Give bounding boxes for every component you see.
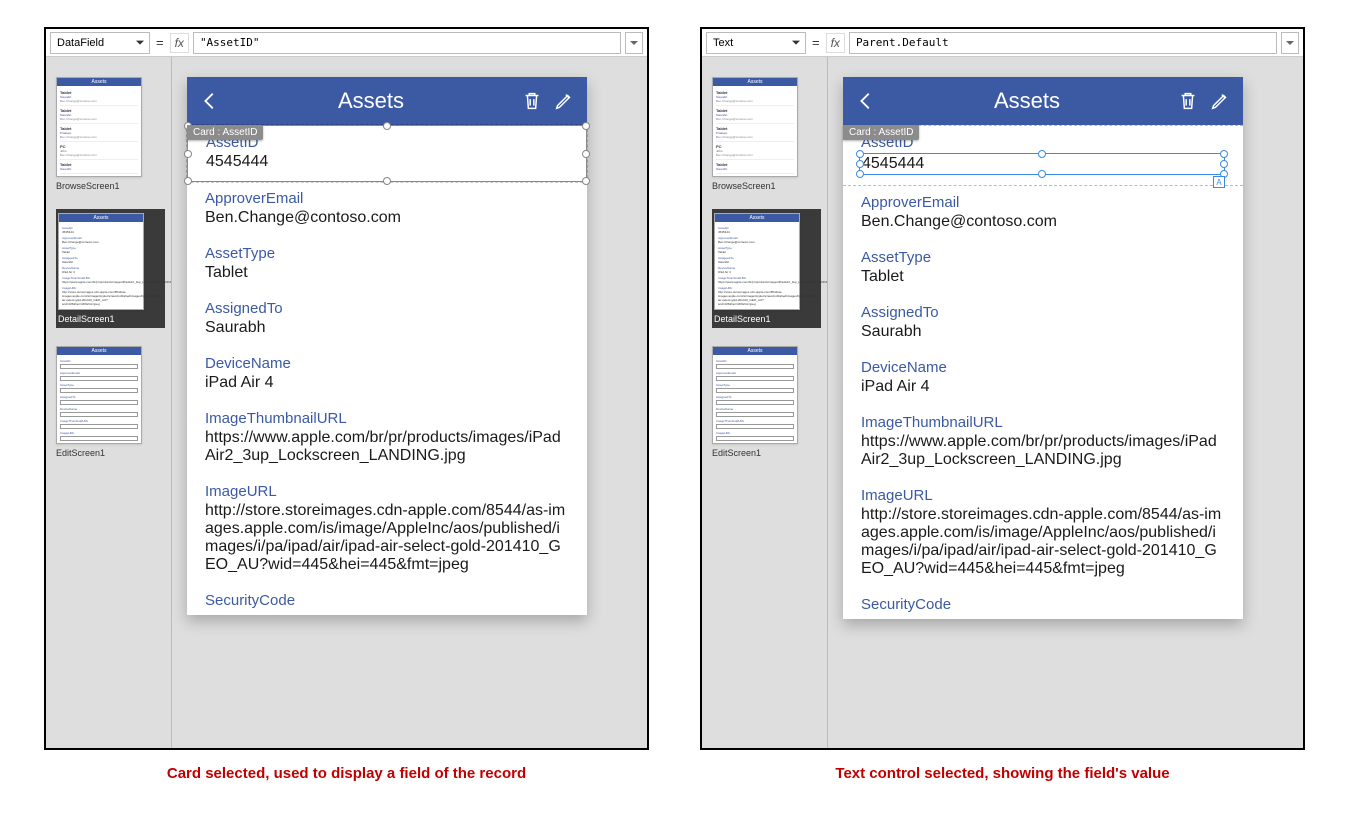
card-assettype[interactable]: AssetType Tablet: [843, 241, 1243, 296]
resize-handle[interactable]: [184, 150, 192, 158]
card-assignedto[interactable]: AssignedTo Saurabh: [187, 292, 587, 347]
screen-thumbnail-rail: Assets TabletSaurabhBen.Change@contoso.c…: [46, 57, 171, 748]
formula-bar: DataField = fx: [46, 29, 647, 57]
thumb-edit[interactable]: Assets AssetID ApproverEmail AssetType A…: [712, 346, 821, 458]
back-icon[interactable]: [199, 90, 221, 112]
phone-title: Assets: [887, 88, 1167, 114]
fx-icon[interactable]: fx: [170, 33, 189, 53]
field-value: 4545444: [206, 153, 568, 171]
card-imagethumbnailurl[interactable]: ImageThumbnailURL https://www.apple.com/…: [843, 406, 1243, 479]
card-devicename[interactable]: DeviceName iPad Air 4: [843, 351, 1243, 406]
card-approveremail[interactable]: ApproverEmail Ben.Change@contoso.com: [187, 182, 587, 237]
canvas[interactable]: Assets Card : AssetID AssetID 4545444: [171, 57, 647, 748]
thumb-browse[interactable]: Assets TabletSaurabhBen.Change@contoso.c…: [712, 77, 821, 191]
canvas[interactable]: Assets Card : AssetID AssetID 4545: [827, 57, 1303, 748]
thumb-detail[interactable]: Assets AssetID4545444 ApproverEmailBen.C…: [712, 209, 821, 328]
edit-icon[interactable]: [1209, 90, 1231, 112]
caption-right: Text control selected, showing the field…: [700, 765, 1305, 782]
workspace: Assets TabletSaurabhBen.Change@contoso.c…: [46, 57, 647, 748]
formula-expand-button[interactable]: [1281, 32, 1299, 54]
card-list: AssetID 4545444 A: [843, 125, 1243, 619]
panel-card-selected: DataField = fx Assets TabletSaurabhBen.C…: [44, 27, 649, 750]
trash-icon[interactable]: [1177, 90, 1199, 112]
card-list: AssetID 4545444 ApproverEmail Ben.Chan: [187, 125, 587, 615]
thumb-edit[interactable]: Assets AssetID ApproverEmail AssetType A…: [56, 346, 165, 458]
property-dropdown[interactable]: Text: [706, 32, 806, 54]
text-value-control[interactable]: 4545444 A: [859, 153, 1225, 175]
resize-handle[interactable]: [1038, 170, 1046, 178]
screen-thumbnail-rail: Assets TabletSaurabhBen.Change@contoso.c…: [702, 57, 827, 748]
formula-input[interactable]: [193, 32, 621, 54]
card-assettype[interactable]: AssetType Tablet: [187, 237, 587, 292]
resize-handle[interactable]: [856, 160, 864, 168]
card-imageurl[interactable]: ImageURL http://store.storeimages.cdn-ap…: [843, 479, 1243, 588]
phone-header: Assets: [843, 77, 1243, 125]
fx-icon[interactable]: fx: [826, 33, 845, 53]
formula-input[interactable]: [849, 32, 1277, 54]
phone-title: Assets: [231, 88, 511, 114]
thumb-detail[interactable]: Assets AssetID4545444 ApproverEmailBen.C…: [56, 209, 165, 328]
resize-handle[interactable]: [582, 150, 590, 158]
resize-handle[interactable]: [1220, 150, 1228, 158]
phone-preview: Assets Card : AssetID AssetID 4545444: [187, 77, 587, 615]
thumb-browse[interactable]: Assets TabletSaurabhBen.Change@contoso.c…: [56, 77, 165, 191]
selection-tag: Card : AssetID: [187, 125, 263, 140]
resize-handle[interactable]: [1038, 150, 1046, 158]
card-imagethumbnailurl[interactable]: ImageThumbnailURL https://www.apple.com/…: [187, 402, 587, 475]
equals-sign: =: [154, 35, 166, 50]
resize-handle[interactable]: [1220, 160, 1228, 168]
formula-expand-button[interactable]: [625, 32, 643, 54]
resize-handle[interactable]: [856, 150, 864, 158]
back-icon[interactable]: [855, 90, 877, 112]
caption-left: Card selected, used to display a field o…: [44, 765, 649, 782]
equals-sign: =: [810, 35, 822, 50]
card-approveremail[interactable]: ApproverEmail Ben.Change@contoso.com: [843, 186, 1243, 241]
phone-header: Assets: [187, 77, 587, 125]
card-securitycode[interactable]: SecurityCode: [187, 584, 587, 615]
resize-handle[interactable]: [856, 170, 864, 178]
edit-icon[interactable]: [553, 90, 575, 112]
phone-preview: Assets Card : AssetID AssetID 4545: [843, 77, 1243, 619]
trash-icon[interactable]: [521, 90, 543, 112]
resize-handle[interactable]: [582, 122, 590, 130]
resize-handle[interactable]: [383, 122, 391, 130]
workspace: Assets TabletSaurabhBen.Change@contoso.c…: [702, 57, 1303, 748]
panel-text-selected: Text = fx Assets TabletSaurabhBen.Change…: [700, 27, 1305, 750]
formula-bar: Text = fx: [702, 29, 1303, 57]
selection-tag: Card : AssetID: [843, 125, 919, 140]
property-dropdown[interactable]: DataField: [50, 32, 150, 54]
card-securitycode[interactable]: SecurityCode: [843, 588, 1243, 619]
card-imageurl[interactable]: ImageURL http://store.storeimages.cdn-ap…: [187, 475, 587, 584]
card-devicename[interactable]: DeviceName iPad Air 4: [187, 347, 587, 402]
card-assignedto[interactable]: AssignedTo Saurabh: [843, 296, 1243, 351]
